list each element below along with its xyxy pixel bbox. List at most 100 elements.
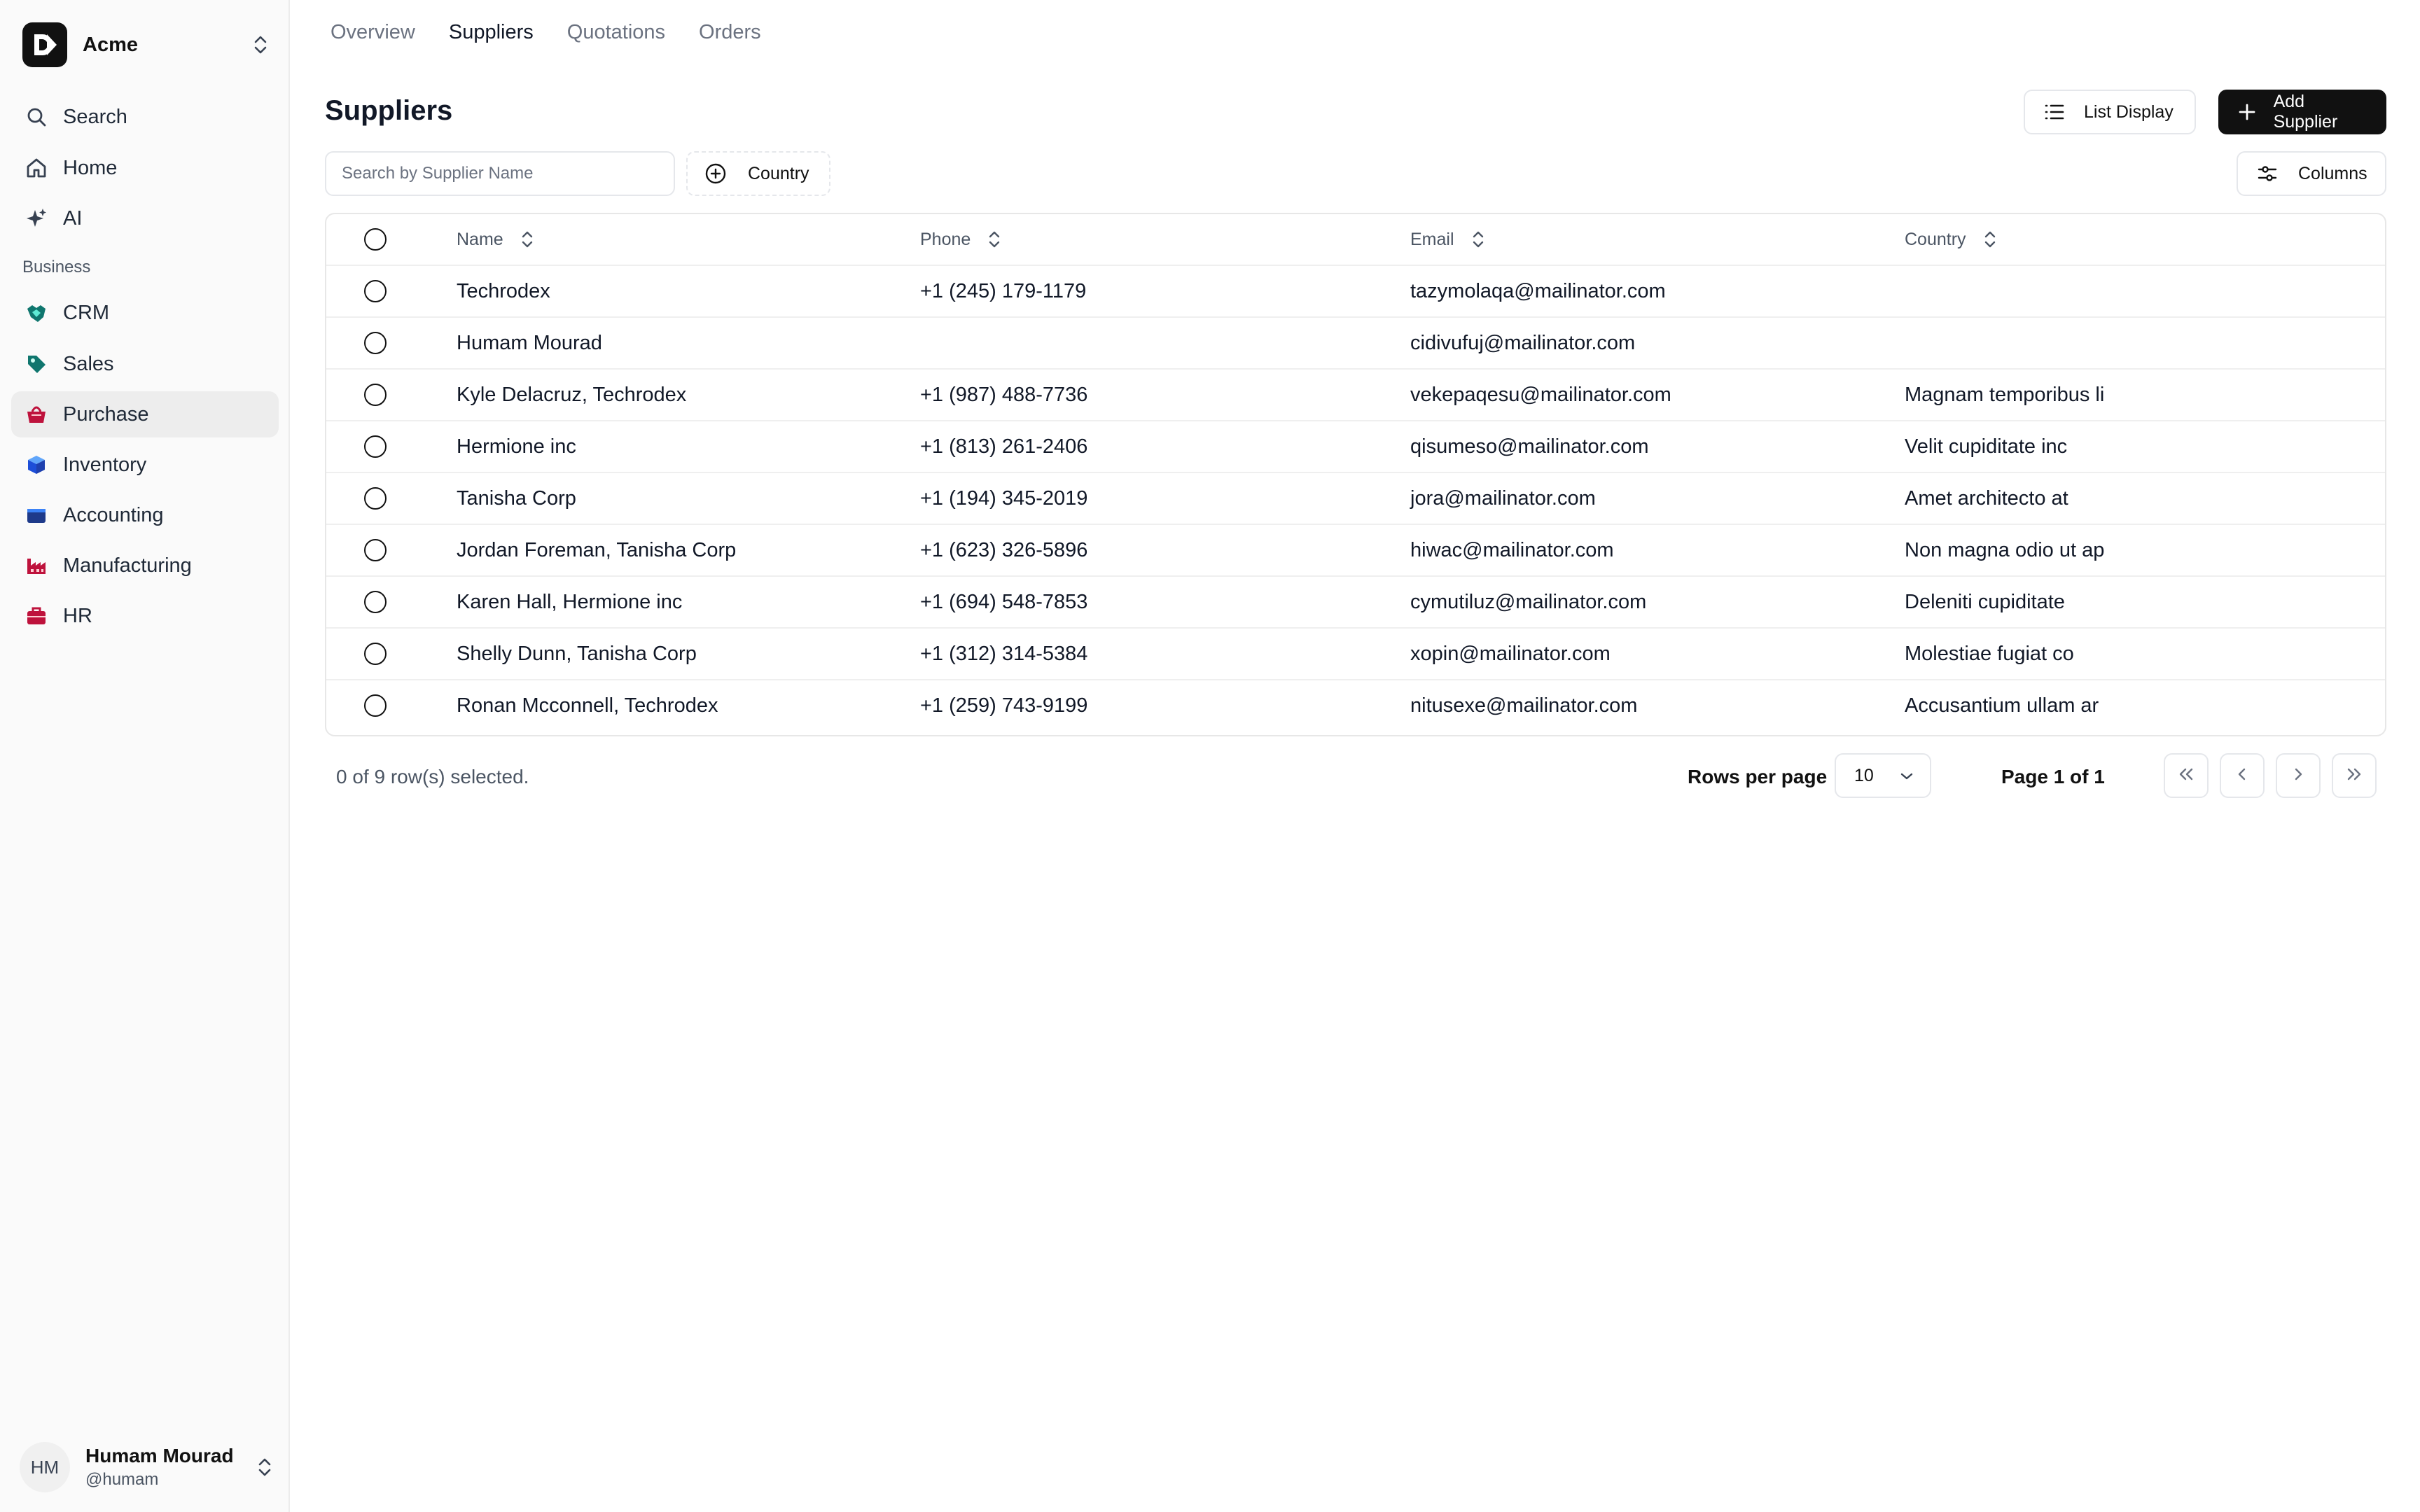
sidebar-item-manufacturing[interactable]: Manufacturing [11, 542, 279, 589]
supplier-country: Accusantium ullam ar [1905, 694, 2099, 717]
table-row[interactable]: Jordan Foreman, Tanisha Corp +1 (623) 32… [326, 525, 2385, 577]
top-tabs: Overview Suppliers Quotations Orders [331, 21, 761, 49]
last-page-button[interactable] [2332, 753, 2377, 798]
list-display-button[interactable]: List Display [2024, 90, 2196, 134]
tab-suppliers[interactable]: Suppliers [449, 21, 534, 49]
sidebar-item-crm[interactable]: CRM [11, 290, 279, 336]
sidebar: Acme Search Home AI Business CRM Sales P… [0, 0, 290, 1512]
country-filter-button[interactable]: Country [686, 151, 830, 196]
sidebar-item-hr[interactable]: HR [11, 593, 279, 639]
tab-overview[interactable]: Overview [331, 21, 415, 49]
home-icon [22, 154, 50, 182]
basket-icon [22, 400, 50, 428]
sort-icon [987, 229, 1001, 250]
table-row[interactable]: Kyle Delacruz, Techrodex +1 (987) 488-77… [326, 370, 2385, 421]
row-checkbox[interactable] [364, 266, 392, 316]
row-checkbox[interactable] [364, 473, 392, 524]
column-header-name[interactable]: Name [457, 214, 534, 265]
row-checkbox[interactable] [364, 629, 392, 679]
sidebar-item-label: Sales [63, 352, 114, 375]
handshake-icon [22, 299, 50, 327]
chevrons-up-down-icon [251, 1453, 279, 1481]
add-supplier-label: Add Supplier [2273, 92, 2338, 132]
select-all-checkbox[interactable] [364, 214, 392, 265]
workspace-switcher[interactable]: Acme [22, 21, 274, 69]
columns-label: Columns [2298, 163, 2367, 183]
chevron-right-icon [2293, 766, 2304, 785]
sidebar-item-ai[interactable]: AI [11, 195, 279, 241]
tab-orders[interactable]: Orders [699, 21, 761, 49]
sliders-icon [2255, 161, 2280, 186]
list-icon [2042, 99, 2067, 125]
rows-per-page-label: Rows per page [1688, 766, 1828, 788]
table-row[interactable]: Karen Hall, Hermione inc +1 (694) 548-78… [326, 577, 2385, 629]
supplier-name: Hermione inc [457, 435, 576, 458]
boxes-icon [22, 451, 50, 479]
columns-button[interactable]: Columns [2237, 151, 2386, 196]
column-header-country[interactable]: Country [1905, 214, 1997, 265]
sidebar-item-accounting[interactable]: Accounting [11, 492, 279, 538]
sidebar-section-business: Business [22, 258, 91, 276]
table-row[interactable]: Ronan Mcconnell, Techrodex +1 (259) 743-… [326, 680, 2385, 732]
supplier-country: Amet architecto at [1905, 486, 2068, 510]
supplier-phone: +1 (312) 314-5384 [920, 642, 1088, 665]
tag-icon [22, 350, 50, 378]
sidebar-item-inventory[interactable]: Inventory [11, 442, 279, 488]
chevrons-left-icon [2177, 766, 2195, 785]
search-input[interactable] [325, 151, 675, 196]
supplier-phone: +1 (694) 548-7853 [920, 590, 1088, 613]
page-title: Suppliers [325, 95, 453, 126]
user-menu[interactable]: HM Humam Mourad @humam [20, 1439, 279, 1495]
previous-page-button[interactable] [2220, 753, 2265, 798]
rows-per-page-select[interactable]: 10 [1835, 753, 1931, 798]
row-checkbox[interactable] [364, 680, 392, 731]
supplier-email: cidivufuj@mailinator.com [1410, 331, 1636, 354]
table-row[interactable]: Humam Mourad cidivufuj@mailinator.com [326, 318, 2385, 370]
first-page-button[interactable] [2164, 753, 2209, 798]
suppliers-table: Name Phone Email Country Techrodex +1 (2… [325, 213, 2386, 736]
chevron-down-icon [1899, 766, 1914, 786]
plus-icon [2235, 99, 2260, 125]
country-filter-label: Country [748, 163, 809, 183]
sidebar-item-sales[interactable]: Sales [11, 341, 279, 387]
supplier-email: nitusexe@mailinator.com [1410, 694, 1638, 717]
sidebar-item-label: HR [63, 604, 92, 627]
row-checkbox[interactable] [364, 421, 392, 472]
sidebar-item-label: Manufacturing [63, 554, 192, 577]
user-handle: @humam [85, 1470, 159, 1489]
sidebar-item-label: AI [63, 206, 83, 230]
add-supplier-button[interactable]: Add Supplier [2218, 90, 2386, 134]
row-checkbox[interactable] [364, 318, 392, 368]
acme-logo-icon [22, 22, 67, 67]
column-header-phone[interactable]: Phone [920, 214, 1001, 265]
tab-quotations[interactable]: Quotations [567, 21, 665, 49]
table-row[interactable]: Shelly Dunn, Tanisha Corp +1 (312) 314-5… [326, 629, 2385, 680]
search-icon [22, 103, 50, 131]
selection-count: 0 of 9 row(s) selected. [336, 766, 529, 788]
sidebar-item-home[interactable]: Home [11, 145, 279, 191]
supplier-email: cymutiluz@mailinator.com [1410, 590, 1647, 613]
table-row[interactable]: Hermione inc +1 (813) 261-2406 qisumeso@… [326, 421, 2385, 473]
avatar: HM [20, 1442, 70, 1492]
sidebar-item-label: CRM [63, 301, 110, 324]
chevrons-up-down-icon [246, 31, 274, 59]
row-checkbox[interactable] [364, 525, 392, 575]
supplier-phone: +1 (813) 261-2406 [920, 435, 1088, 458]
supplier-phone: +1 (259) 743-9199 [920, 694, 1088, 717]
table-row[interactable]: Techrodex +1 (245) 179-1179 tazymolaqa@m… [326, 266, 2385, 318]
table-header-row: Name Phone Email Country [326, 214, 2385, 266]
row-checkbox[interactable] [364, 370, 392, 420]
supplier-email: hiwac@mailinator.com [1410, 538, 1614, 561]
supplier-phone: +1 (987) 488-7736 [920, 383, 1088, 406]
column-header-email[interactable]: Email [1410, 214, 1485, 265]
row-checkbox[interactable] [364, 577, 392, 627]
table-row[interactable]: Tanisha Corp +1 (194) 345-2019 jora@mail… [326, 473, 2385, 525]
page-indicator: Page 1 of 1 [2001, 766, 2105, 788]
supplier-phone: +1 (623) 326-5896 [920, 538, 1088, 561]
supplier-name: Tanisha Corp [457, 486, 576, 510]
sidebar-item-purchase[interactable]: Purchase [11, 391, 279, 438]
next-page-button[interactable] [2276, 753, 2321, 798]
sidebar-item-label: Inventory [63, 453, 147, 476]
supplier-email: qisumeso@mailinator.com [1410, 435, 1649, 458]
sidebar-item-search[interactable]: Search [11, 94, 279, 140]
